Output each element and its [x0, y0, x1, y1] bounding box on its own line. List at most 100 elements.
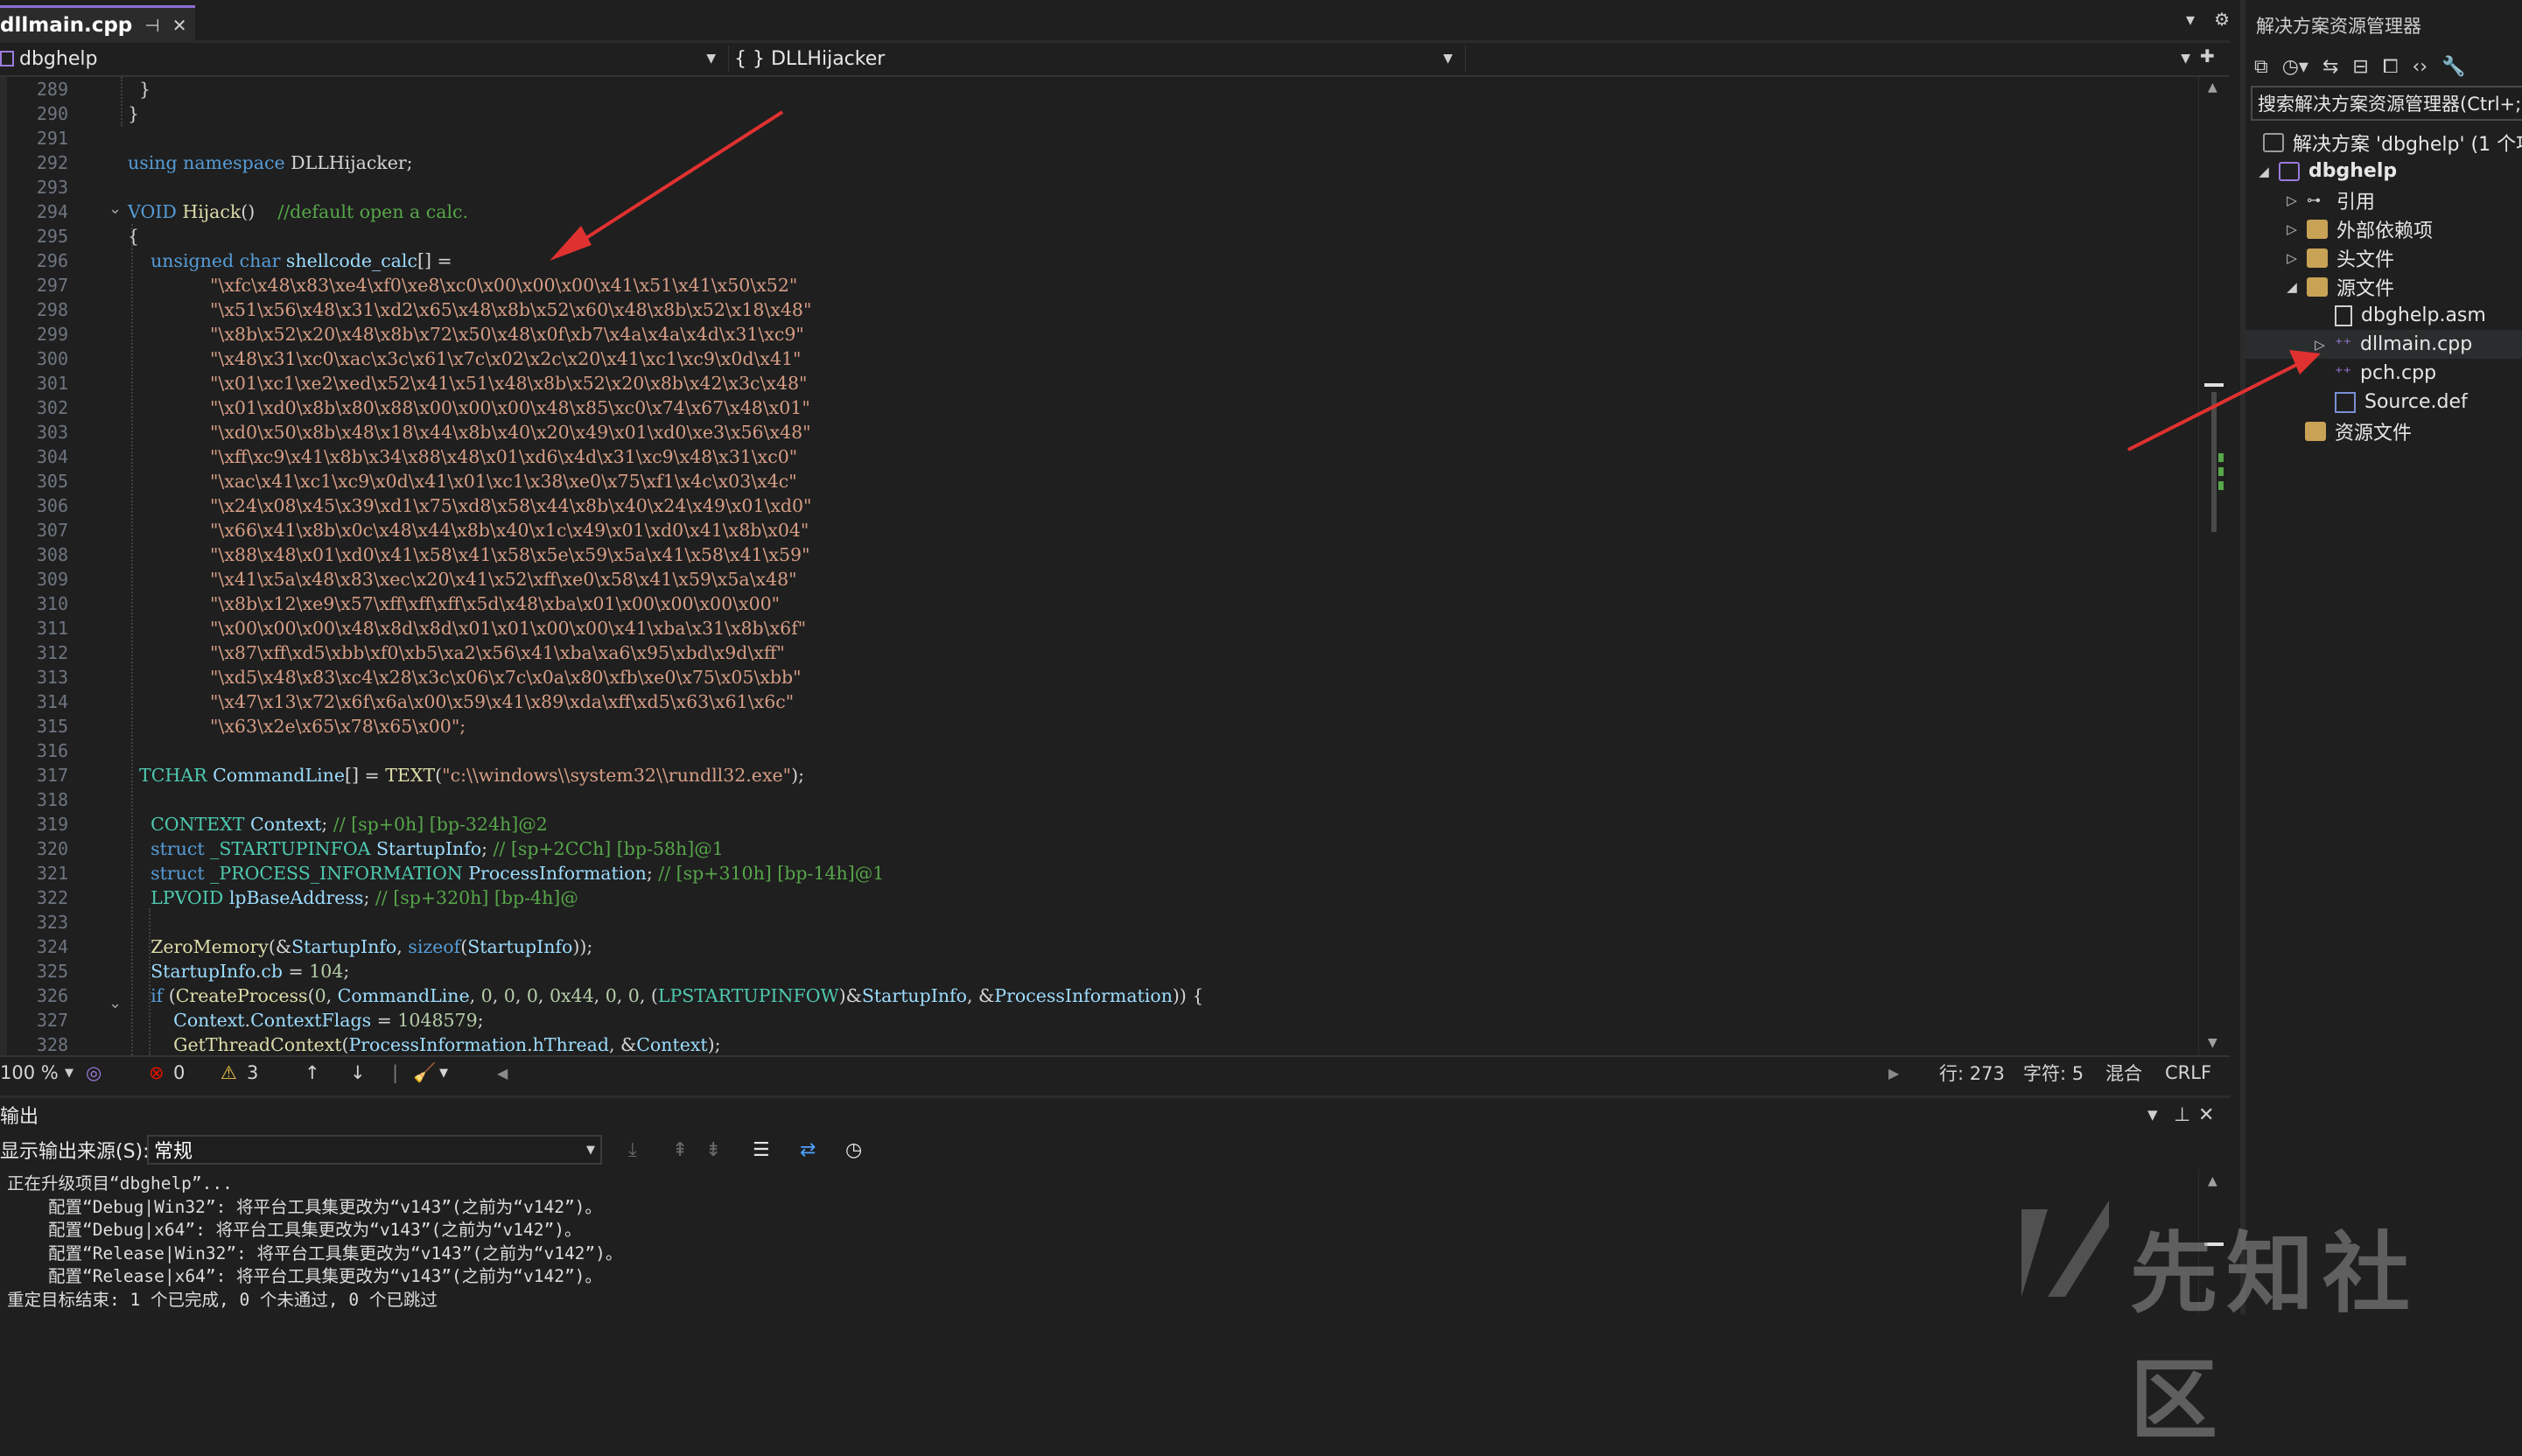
scroll-left-arrow-icon[interactable]: ◀: [497, 1065, 508, 1082]
change-marker: [2218, 453, 2224, 462]
cleanup-brush-icon[interactable]: 🧹: [413, 1062, 436, 1084]
chevron-down-icon: ▼: [1443, 52, 1453, 66]
tab-mode-indicator[interactable]: 混合: [2105, 1060, 2142, 1086]
line-number: 293: [36, 177, 68, 198]
line-indicator[interactable]: 行: 273: [1939, 1060, 2005, 1086]
scroll-up-arrow-icon[interactable]: ▲: [2208, 80, 2217, 94]
code-line: struct _STARTUPINFOA StartupInfo; // [sp…: [151, 838, 724, 859]
column-indicator[interactable]: 字符: 5: [2023, 1060, 2084, 1086]
line-number: 320: [36, 838, 68, 859]
project-dropdown[interactable]: dbghelp ▼: [0, 46, 723, 72]
collapse-chevron-icon[interactable]: ⌄: [109, 994, 122, 1012]
line-number: 321: [36, 863, 68, 884]
scroll-thumb[interactable]: [2211, 392, 2217, 532]
watermark-logo-icon: [2021, 1200, 2109, 1297]
collapsed-triangle-icon[interactable]: ▷: [2286, 221, 2298, 237]
shellcode-line: "\x41\x5a\x48\x83\xec\x20\x41\x52\xff\xe…: [210, 569, 797, 590]
line-number: 324: [36, 936, 68, 957]
switch-views-icon[interactable]: ⧉: [2254, 56, 2268, 78]
tab-dllmain-cpp[interactable]: dllmain.cpp ⊣ ✕: [0, 5, 196, 43]
scroll-down-arrow-icon[interactable]: ▼: [2208, 1036, 2217, 1050]
tree-item-file[interactable]: ⁺⁺ pch.cpp: [2335, 359, 2436, 388]
pending-changes-icon[interactable]: ◷▾: [2282, 56, 2308, 78]
shellcode-line: "\xd0\x50\x8b\x48\x18\x44\x8b\x40\x20\x4…: [210, 422, 811, 443]
tree-item-source-files[interactable]: ◢ 源文件: [2286, 272, 2394, 301]
line-number: 302: [36, 397, 68, 418]
close-panel-icon[interactable]: ✕: [2198, 1104, 2214, 1126]
selection-margin: [0, 77, 7, 1055]
references-icon: ⊶: [2307, 191, 2321, 208]
output-source-select[interactable]: 常规 ▼: [147, 1135, 602, 1165]
line-number: 301: [36, 373, 68, 394]
file-icon: [2335, 304, 2352, 326]
code-line: TCHAR CommandLine[] = TEXT("c:\\windows\…: [139, 765, 804, 786]
next-issue-arrow-icon[interactable]: ↓: [350, 1062, 366, 1083]
tab-list-dropdown-icon[interactable]: ▾: [2186, 9, 2195, 30]
tree-item-solution[interactable]: 解决方案 'dbghelp' (1 个项目: [2263, 128, 2522, 157]
split-editor-icon[interactable]: ✚: [2200, 46, 2215, 66]
collapsed-triangle-icon[interactable]: ▷: [2286, 250, 2298, 266]
tree-item-file[interactable]: Source.def: [2335, 388, 2468, 416]
tree-item-header-files[interactable]: ▷ 头文件: [2286, 243, 2394, 272]
member-dropdown[interactable]: ▼: [1465, 46, 2197, 72]
solution-explorer-search-input[interactable]: 搜索解决方案资源管理器(Ctrl+;): [2251, 86, 2522, 121]
line-ending-indicator[interactable]: CRLF: [2165, 1062, 2211, 1083]
collapsed-triangle-icon[interactable]: ▷: [2286, 192, 2298, 208]
shellcode-line: "\x01\xd0\x8b\x80\x88\x00\x00\x00\x48\x8…: [210, 397, 810, 418]
pin-panel-icon[interactable]: ⊥: [2174, 1104, 2190, 1126]
show-all-files-icon[interactable]: ⧠: [2383, 56, 2399, 78]
tree-item-project[interactable]: ◢ dbghelp: [2258, 157, 2397, 186]
warning-icon[interactable]: ⚠: [221, 1062, 237, 1083]
properties-wrench-icon[interactable]: 🔧: [2441, 56, 2465, 78]
shellcode-line: "\x47\x13\x72\x6f\x6a\x00\x59\x41\x89\xd…: [210, 691, 795, 712]
tree-item-resource-files[interactable]: 资源文件: [2305, 416, 2412, 445]
shellcode-line: "\x51\x56\x48\x31\xd2\x65\x48\x8b\x52\x6…: [210, 299, 812, 320]
line-number: 326: [36, 985, 68, 1006]
collapse-chevron-icon[interactable]: ⌄: [109, 200, 122, 218]
clear-all-icon[interactable]: ☰: [753, 1139, 770, 1161]
tree-item-references[interactable]: ▷ ⊶ 引用: [2286, 186, 2375, 214]
timestamp-clock-icon[interactable]: ◷: [845, 1139, 862, 1161]
expanded-triangle-icon[interactable]: ◢: [2258, 164, 2270, 179]
settings-gear-icon[interactable]: ⚙: [2214, 9, 2230, 30]
line-number: 307: [36, 520, 68, 541]
word-wrap-icon[interactable]: ⇄: [800, 1139, 816, 1161]
collapse-all-icon[interactable]: ⊟: [2352, 56, 2368, 78]
solution-explorer-toolbar: ⧉ ◷▾ ⇆ ⊟ ⧠ ‹› 🔧: [2254, 49, 2465, 84]
previous-message-icon[interactable]: ⇞: [672, 1139, 688, 1161]
output-line: 配置“Release|Win32”: 将平台工具集更改为“v143”(之前为“v…: [7, 1242, 623, 1264]
expanded-triangle-icon[interactable]: ◢: [2286, 279, 2298, 295]
close-tab-icon[interactable]: ✕: [172, 15, 187, 36]
scroll-right-arrow-icon[interactable]: ▶: [1888, 1065, 1899, 1082]
tab-title: dllmain.cpp: [0, 14, 133, 37]
zoom-dropdown-icon[interactable]: ▼: [65, 1067, 74, 1080]
warning-count[interactable]: 3: [247, 1062, 258, 1083]
error-count[interactable]: 0: [173, 1062, 185, 1083]
tree-item-external-dependencies[interactable]: ▷ 外部依赖项: [2286, 214, 2433, 243]
code-editor[interactable]: 289 290 291 292 293 294 295 296 297 298 299 300 301 3…: [0, 77, 2198, 1055]
editor-vertical-scrollbar[interactable]: ▲ ▼: [2198, 77, 2229, 1055]
output-text-area[interactable]: 正在升级项目“dbghelp”... 配置“Debug|Win32”: 将平台工…: [0, 1169, 2224, 1314]
view-code-icon[interactable]: ‹›: [2412, 56, 2427, 78]
document-tab-bar: dllmain.cpp ⊣ ✕ ▾ ⚙: [0, 0, 2230, 43]
collapsed-triangle-icon[interactable]: ▷: [2314, 337, 2326, 353]
error-icon[interactable]: ⊗: [149, 1062, 165, 1083]
tree-item-file[interactable]: dbghelp.asm: [2335, 301, 2486, 330]
next-message-icon[interactable]: ⇟: [705, 1139, 721, 1161]
sync-with-document-icon[interactable]: ⇆: [2322, 56, 2338, 78]
code-line: }: [128, 103, 140, 124]
panel-menu-dropdown-icon[interactable]: ▼: [2147, 1107, 2158, 1123]
code-line: ZeroMemory(&StartupInfo, sizeof(StartupI…: [151, 936, 593, 957]
previous-issue-arrow-icon[interactable]: ↑: [305, 1062, 320, 1083]
code-line: GetThreadContext(ProcessInformation.hThr…: [173, 1034, 721, 1055]
tree-item-file-selected[interactable]: ▷ ⁺⁺ dllmain.cpp: [2245, 330, 2522, 359]
pin-icon[interactable]: ⊣: [144, 15, 159, 36]
indent-guide: [131, 224, 133, 1055]
scope-dropdown[interactable]: { } DLLHijacker ▼: [728, 46, 1460, 72]
health-icon[interactable]: ◎: [86, 1062, 102, 1083]
cleanup-dropdown-icon[interactable]: ▼: [439, 1067, 448, 1080]
line-number: 313: [36, 667, 68, 688]
zoom-level[interactable]: 100 %: [0, 1062, 59, 1083]
file-label: dllmain.cpp: [2360, 333, 2473, 355]
go-to-location-icon[interactable]: ⤓: [628, 1139, 637, 1161]
